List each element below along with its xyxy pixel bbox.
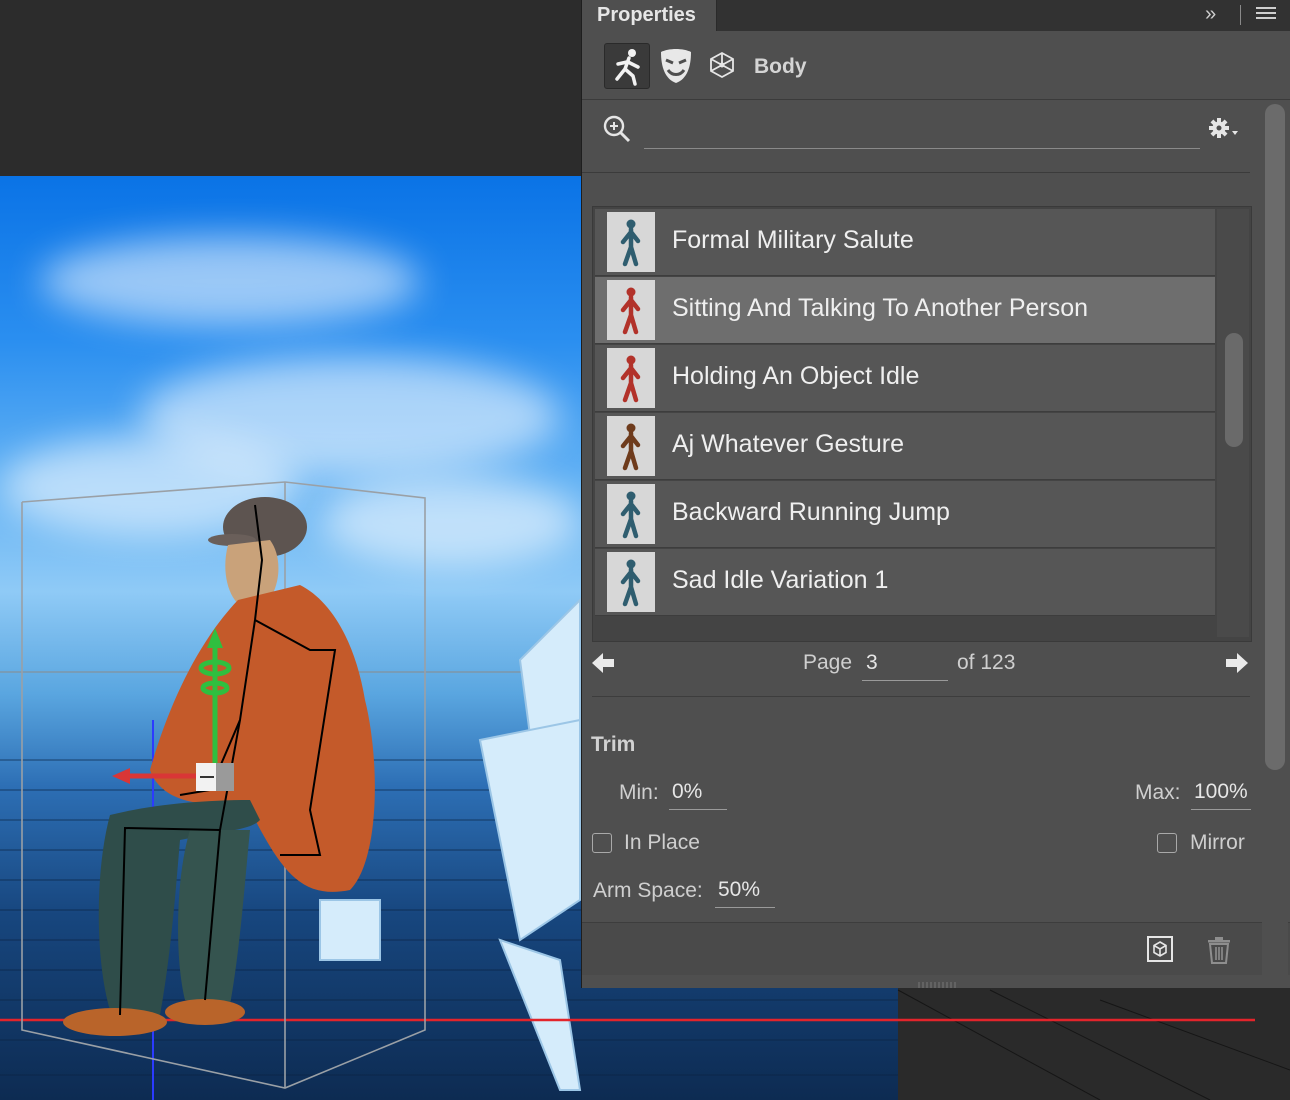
arrow-right-icon[interactable] (1224, 650, 1250, 676)
list-item[interactable]: Backward Running Jump (595, 481, 1215, 548)
panel-header: Properties ›› (582, 0, 1290, 31)
animation-thumbnail (607, 348, 655, 408)
search-row (582, 100, 1250, 173)
in-place-checkbox[interactable] (592, 833, 612, 853)
page-number-input[interactable] (862, 646, 948, 681)
panel-scrollbar-thumb[interactable] (1265, 104, 1285, 770)
animation-label: Aj Whatever Gesture (672, 430, 905, 458)
ground-plane-dark (898, 976, 1290, 1100)
mode-label: Body (754, 55, 807, 78)
double-chevron-right-icon[interactable]: ›› (1205, 3, 1216, 26)
mirror-label: Mirror (1190, 831, 1245, 854)
list-item[interactable]: Sitting And Talking To Another Person (595, 277, 1215, 344)
animation-thumbnail (607, 280, 655, 340)
new-3d-object-icon[interactable] (1146, 935, 1174, 963)
mode-toolbar: Body (582, 31, 1290, 100)
face-mask-icon[interactable] (654, 43, 698, 87)
list-scrollbar-thumb[interactable] (1225, 333, 1243, 447)
header-divider (1240, 5, 1241, 25)
max-field[interactable] (1191, 775, 1251, 810)
properties-panel: Properties ›› Body Formal Military Salut… (581, 0, 1290, 988)
animation-label: Holding An Object Idle (672, 362, 920, 390)
min-field[interactable] (669, 775, 727, 810)
page-total: of 123 (957, 651, 1016, 674)
divider (592, 696, 1250, 697)
animation-label: Backward Running Jump (672, 498, 950, 526)
page-label: Page (803, 651, 853, 674)
animation-thumbnail (607, 416, 655, 476)
animation-list: Formal Military Salute Sitting And Talki… (592, 206, 1252, 642)
search-zoom-icon[interactable] (602, 114, 632, 144)
gear-dropdown-icon[interactable] (1207, 114, 1243, 144)
animation-thumbnail (607, 484, 655, 544)
tab-properties[interactable]: Properties (582, 0, 717, 31)
animation-thumbnail (607, 552, 655, 612)
animation-label: Sitting And Talking To Another Person (672, 294, 1089, 322)
list-item[interactable]: Formal Military Salute (595, 209, 1215, 276)
min-label: Min: (619, 781, 659, 804)
resize-grip-icon[interactable] (917, 976, 957, 988)
list-item[interactable]: Holding An Object Idle (595, 345, 1215, 412)
canvas-top-area (0, 0, 585, 176)
trash-icon[interactable] (1206, 935, 1232, 965)
animation-label: Formal Military Salute (672, 226, 914, 254)
mesh-cube-icon[interactable] (700, 43, 744, 87)
arm-space-label: Arm Space: (593, 879, 703, 902)
body-pose-icon[interactable] (604, 43, 650, 89)
max-label: Max: (1135, 781, 1181, 804)
panel-title: Properties (597, 4, 696, 26)
panel-footer (582, 922, 1290, 975)
arm-space-field[interactable] (715, 873, 775, 908)
mirror-checkbox[interactable] (1157, 833, 1177, 853)
search-input[interactable] (644, 112, 1200, 149)
list-item[interactable]: Sad Idle Variation 1 (595, 549, 1215, 616)
trim-section-title: Trim (591, 733, 636, 756)
animation-thumbnail (607, 212, 655, 272)
hamburger-menu-icon[interactable] (1256, 7, 1276, 23)
arrow-left-icon[interactable] (590, 650, 616, 676)
in-place-label: In Place (624, 831, 700, 854)
list-item[interactable]: Aj Whatever Gesture (595, 413, 1215, 480)
animation-label: Sad Idle Variation 1 (672, 566, 889, 594)
